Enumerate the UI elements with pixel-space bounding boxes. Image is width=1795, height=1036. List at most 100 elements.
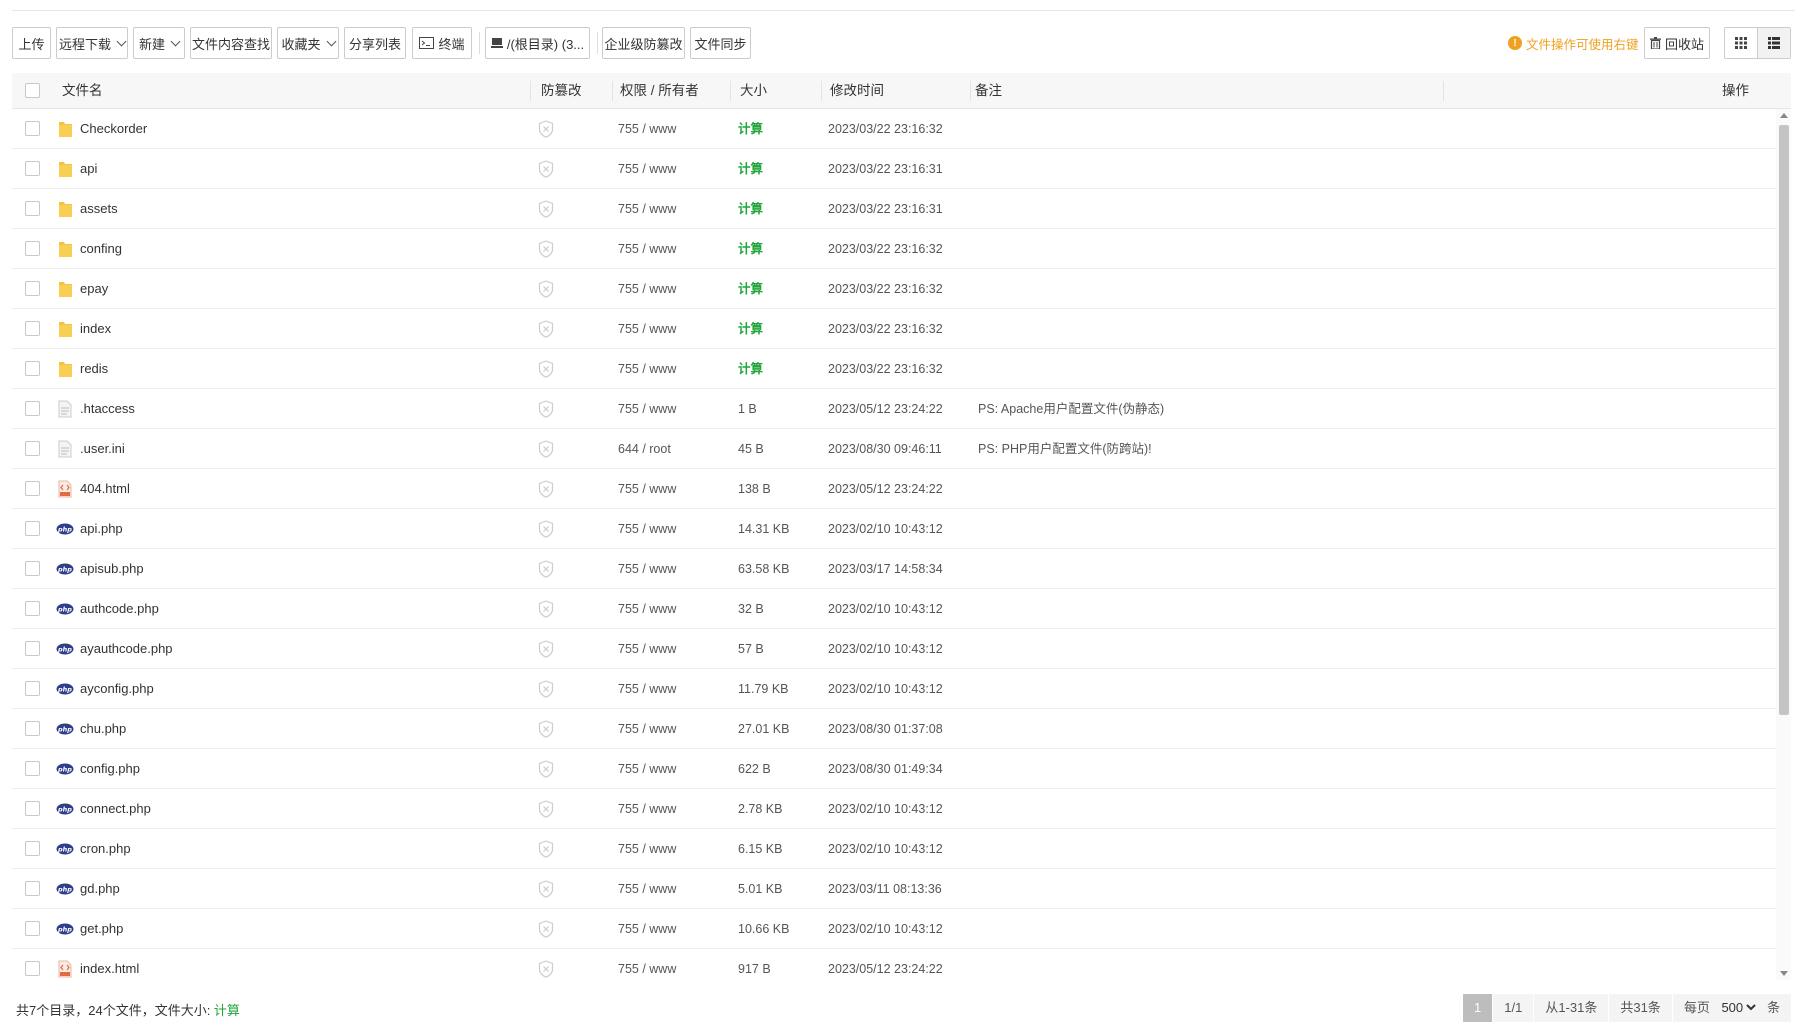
shield-icon[interactable] <box>538 880 554 901</box>
table-row[interactable]: php ayconfig.php 755 / www 11.79 KB 2023/02/… <box>12 669 1776 709</box>
shield-icon[interactable] <box>538 200 554 221</box>
scrollbar-thumb[interactable] <box>1779 125 1789 715</box>
table-row[interactable]: php authcode.php 755 / www 32 B 2023/02/10 1… <box>12 589 1776 629</box>
table-row[interactable]: confing 755 / www 计算 2023/03/22 23:16:32 <box>12 229 1776 269</box>
shield-icon[interactable] <box>538 600 554 621</box>
file-name-link[interactable]: gd.php <box>80 869 120 909</box>
scroll-down-arrow[interactable] <box>1780 971 1788 976</box>
shield-icon[interactable] <box>538 960 554 980</box>
new-button[interactable]: 新建 <box>133 27 185 59</box>
file-name-link[interactable]: epay <box>80 269 108 309</box>
col-mtime[interactable]: 修改时间 <box>830 73 884 109</box>
file-name-link[interactable]: Checkorder <box>80 109 147 149</box>
table-row[interactable]: php api.php 755 / www 14.31 KB 2023/02/10 10… <box>12 509 1776 549</box>
calculate-size-link[interactable]: 计算 <box>738 149 763 189</box>
table-row[interactable]: php config.php 755 / www 622 B 2023/08/30 01… <box>12 749 1776 789</box>
table-row[interactable]: php cron.php 755 / www 6.15 KB 2023/02/10 10… <box>12 829 1776 869</box>
shield-icon[interactable] <box>538 920 554 941</box>
perm-owner-link[interactable]: 755 / www <box>618 349 676 389</box>
table-row[interactable]: assets 755 / www 计算 2023/03/22 23:16:31 <box>12 189 1776 229</box>
shield-icon[interactable] <box>538 240 554 261</box>
row-checkbox[interactable] <box>25 841 40 856</box>
file-name-link[interactable]: ayauthcode.php <box>80 629 173 669</box>
page-current[interactable]: 1 <box>1462 994 1493 1022</box>
table-row[interactable]: .htaccess 755 / www 1 B 2023/05/12 23:24:22… <box>12 389 1776 429</box>
file-note[interactable]: PS: PHP用户配置文件(防跨站)! <box>978 429 1152 469</box>
perm-owner-link[interactable]: 755 / www <box>618 189 676 229</box>
table-row[interactable]: Checkorder 755 / www 计算 2023/03/22 23:16:32 <box>12 109 1776 149</box>
file-name-link[interactable]: authcode.php <box>80 589 159 629</box>
table-row[interactable]: php connect.php 755 / www 2.78 KB 2023/02/10… <box>12 789 1776 829</box>
table-row[interactable]: redis 755 / www 计算 2023/03/22 23:16:32 <box>12 349 1776 389</box>
file-name-link[interactable]: assets <box>80 189 118 229</box>
upload-button[interactable]: 上传 <box>12 27 51 59</box>
table-row[interactable]: php chu.php 755 / www 27.01 KB 2023/08/30 01… <box>12 709 1776 749</box>
file-sync-button[interactable]: 文件同步 <box>690 27 751 59</box>
shield-icon[interactable] <box>538 120 554 141</box>
col-tamper[interactable]: 防篡改 <box>541 73 582 109</box>
recycle-bin-button[interactable]: 回收站 <box>1644 27 1710 59</box>
table-row[interactable]: index 755 / www 计算 2023/03/22 23:16:32 <box>12 309 1776 349</box>
shield-icon[interactable] <box>538 720 554 741</box>
table-row[interactable]: php apisub.php 755 / www 63.58 KB 2023/03/17… <box>12 549 1776 589</box>
perm-owner-link[interactable]: 755 / www <box>618 909 676 949</box>
path-selector-button[interactable]: /(根目录) (3... <box>485 27 590 59</box>
calculate-size-link[interactable]: 计算 <box>738 349 763 389</box>
shield-icon[interactable] <box>538 320 554 341</box>
table-row[interactable]: 404.html 755 / www 138 B 2023/05/12 23:24:2… <box>12 469 1776 509</box>
perm-owner-link[interactable]: 755 / www <box>618 229 676 269</box>
file-name-link[interactable]: ayconfig.php <box>80 669 154 709</box>
perm-owner-link[interactable]: 755 / www <box>618 269 676 309</box>
row-checkbox[interactable] <box>25 601 40 616</box>
shield-icon[interactable] <box>538 840 554 861</box>
perm-owner-link[interactable]: 755 / www <box>618 789 676 829</box>
file-name-link[interactable]: 404.html <box>80 469 130 509</box>
shield-icon[interactable] <box>538 760 554 781</box>
file-name-link[interactable]: chu.php <box>80 709 126 749</box>
shield-icon[interactable] <box>538 160 554 181</box>
file-name-link[interactable]: cron.php <box>80 829 131 869</box>
perm-owner-link[interactable]: 755 / www <box>618 709 676 749</box>
perm-owner-link[interactable]: 755 / www <box>618 589 676 629</box>
favorites-button[interactable]: 收藏夹 <box>277 27 339 59</box>
perm-owner-link[interactable]: 755 / www <box>618 669 676 709</box>
file-name-link[interactable]: .htaccess <box>80 389 135 429</box>
shield-icon[interactable] <box>538 440 554 461</box>
perm-owner-link[interactable]: 755 / www <box>618 389 676 429</box>
perm-owner-link[interactable]: 755 / www <box>618 149 676 189</box>
remote-download-button[interactable]: 远程下载 <box>56 27 128 59</box>
shield-icon[interactable] <box>538 560 554 581</box>
perm-owner-link[interactable]: 755 / www <box>618 749 676 789</box>
file-note[interactable]: PS: Apache用户配置文件(伪静态) <box>978 389 1164 429</box>
file-name-link[interactable]: api <box>80 149 97 189</box>
grid-view-button[interactable] <box>1725 28 1757 58</box>
file-name-link[interactable]: connect.php <box>80 789 151 829</box>
file-name-link[interactable]: index.html <box>80 949 139 980</box>
row-checkbox[interactable] <box>25 201 40 216</box>
scroll-up-arrow[interactable] <box>1780 113 1788 118</box>
row-checkbox[interactable] <box>25 881 40 896</box>
calculate-size-link[interactable]: 计算 <box>738 189 763 229</box>
row-checkbox[interactable] <box>25 321 40 336</box>
perm-owner-link[interactable]: 755 / www <box>618 629 676 669</box>
row-checkbox[interactable] <box>25 241 40 256</box>
row-checkbox[interactable] <box>25 921 40 936</box>
shield-icon[interactable] <box>538 680 554 701</box>
list-view-button[interactable] <box>1757 28 1790 58</box>
row-checkbox[interactable] <box>25 561 40 576</box>
perm-owner-link[interactable]: 644 / root <box>618 429 671 469</box>
row-checkbox[interactable] <box>25 281 40 296</box>
row-checkbox[interactable] <box>25 961 40 976</box>
row-checkbox[interactable] <box>25 721 40 736</box>
file-name-link[interactable]: redis <box>80 349 108 389</box>
row-checkbox[interactable] <box>25 441 40 456</box>
row-checkbox[interactable] <box>25 361 40 376</box>
file-name-link[interactable]: index <box>80 309 111 349</box>
shield-icon[interactable] <box>538 520 554 541</box>
shield-icon[interactable] <box>538 360 554 381</box>
shield-icon[interactable] <box>538 640 554 661</box>
row-checkbox[interactable] <box>25 521 40 536</box>
select-all-checkbox[interactable] <box>25 83 40 98</box>
calculate-size-link[interactable]: 计算 <box>738 229 763 269</box>
row-checkbox[interactable] <box>25 401 40 416</box>
